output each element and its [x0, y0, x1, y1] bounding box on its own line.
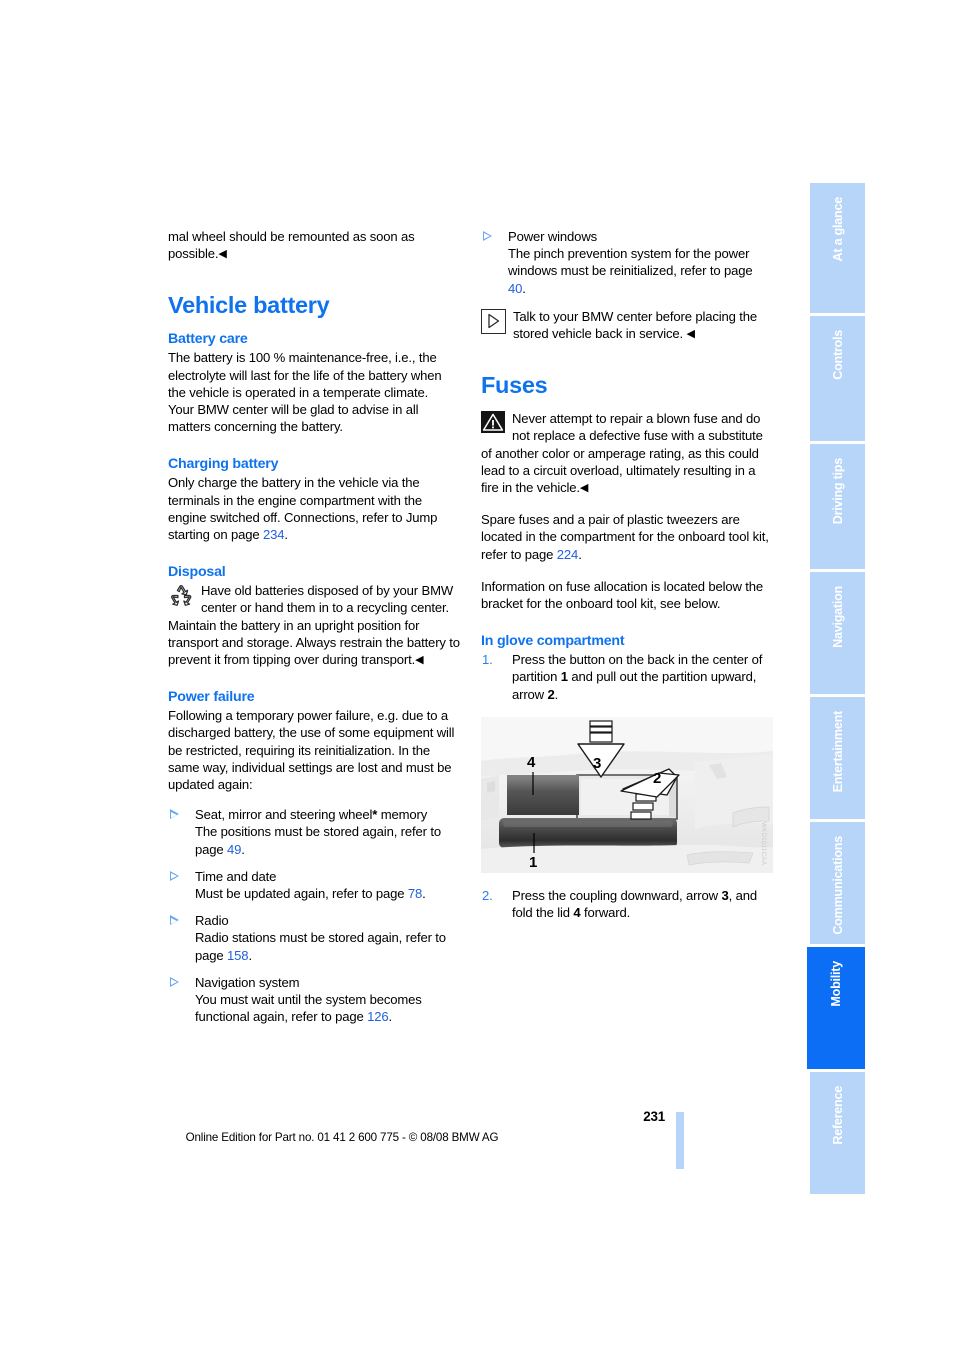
- list-item-title: Navigation system: [195, 974, 300, 990]
- step-number: 1.: [482, 652, 493, 668]
- section-title-fuses: Fuses: [481, 372, 548, 399]
- tab-driving-tips[interactable]: Driving tips: [810, 444, 865, 569]
- triangle-bullet-inner-icon: [170, 978, 178, 988]
- charging-battery-text-end: .: [284, 527, 288, 543]
- battery-care-paragraph: The battery is 100 % maintenance-free, i…: [168, 350, 442, 435]
- list-item-detail: Must be updated again, refer to page: [195, 886, 408, 902]
- spare-fuses-paragraph: Spare fuses and a pair of plastic tweeze…: [481, 511, 773, 563]
- numbered-step: 1. Press the button on the back in the c…: [481, 651, 773, 703]
- page-reference-link[interactable]: 49: [227, 842, 241, 857]
- list-item-detail: The pinch prevention system for the powe…: [508, 246, 753, 279]
- step-number: 2.: [482, 887, 493, 903]
- tab-label: Navigation: [830, 586, 845, 648]
- continued-paragraph-text: mal wheel should be remounted as soon as…: [168, 229, 415, 262]
- triangle-bullet-inner-icon: [170, 810, 178, 820]
- list-item-detail-end: .: [388, 1009, 393, 1025]
- list-item: Navigation system You must wait until th…: [168, 974, 460, 1026]
- svg-text:2: 2: [653, 770, 661, 787]
- page-reference-link[interactable]: 40: [508, 281, 522, 296]
- charging-battery-text: Only charge the battery in the vehicle v…: [168, 475, 438, 543]
- page-reference-link[interactable]: 224: [557, 547, 579, 562]
- end-marker: ◀: [218, 248, 227, 261]
- spare-fuses-text-end: .: [578, 546, 582, 562]
- list-item-detail-end: .: [248, 947, 252, 963]
- power-failure-paragraph: Following a temporary power failure, e.g…: [168, 708, 455, 793]
- recycle-icon: [168, 583, 194, 609]
- section-heading-charging-battery: Charging battery: [168, 456, 279, 473]
- tab-label: Mobility: [829, 961, 843, 1007]
- tab-label: At a glance: [830, 197, 845, 262]
- end-marker: ◀: [415, 654, 424, 667]
- list-item: Time and date Must be updated again, ref…: [168, 868, 460, 902]
- note-box: Talk to your BMW center before placing t…: [481, 308, 773, 342]
- svg-text:4: 4: [527, 754, 536, 771]
- list-item-title-end: memory: [377, 807, 428, 823]
- figure-reference-code: WKD1011CAA: [760, 821, 766, 865]
- list-item-detail-end: .: [522, 280, 526, 296]
- glove-compartment-figure: 4 3 2 1 WKD1011CAA: [481, 716, 773, 873]
- callout-reference: 1: [560, 669, 568, 685]
- page-reference-link[interactable]: 234: [263, 527, 285, 542]
- list-item-title: Seat, mirror and steering wheel: [195, 807, 373, 823]
- page-title: Vehicle battery: [168, 292, 330, 319]
- numbered-step: 2. Press the coupling downward, arrow 3,…: [481, 887, 773, 921]
- list-item: Seat, mirror and steering wheel* memory …: [168, 806, 460, 858]
- section-heading-glove-compartment: In glove compartment: [481, 633, 625, 650]
- list-item-title: Radio: [195, 913, 229, 929]
- list-item-title: Time and date: [195, 868, 277, 884]
- triangle-bullet-inner-icon: [483, 232, 491, 242]
- continued-paragraph: mal wheel should be remounted as soon as…: [168, 228, 460, 262]
- section-heading-battery-care: Battery care: [168, 331, 248, 348]
- list-item: Power windows The pinch prevention syste…: [481, 228, 773, 297]
- tab-controls[interactable]: Controls: [810, 316, 865, 441]
- warning-note: Never attempt to repair a blown fuse and…: [481, 410, 773, 496]
- section-heading-power-failure: Power failure: [168, 689, 255, 706]
- tab-label: Communications: [830, 836, 845, 935]
- tab-label: Controls: [830, 330, 845, 380]
- end-marker: ◀: [686, 328, 695, 341]
- chapter-tab-strip: At a glance Controls Driving tips Naviga…: [807, 183, 868, 1197]
- callout-reference: 2: [547, 686, 555, 702]
- right-column: Power windows The pinch prevention syste…: [481, 228, 773, 930]
- triangle-bullet-inner-icon: [170, 872, 178, 882]
- fuse-allocation-paragraph: Information on fuse allocation is locate…: [481, 578, 764, 612]
- step-text: Press the coupling downward, arrow: [512, 887, 722, 903]
- spare-fuses-text: Spare fuses and a pair of plastic tweeze…: [481, 512, 769, 562]
- charging-battery-paragraph: Only charge the battery in the vehicle v…: [168, 474, 460, 543]
- tab-navigation[interactable]: Navigation: [810, 572, 865, 694]
- svg-text:3: 3: [593, 755, 601, 772]
- tab-label: Driving tips: [830, 458, 845, 525]
- list-item-detail-end: .: [241, 841, 245, 857]
- warning-text: Never attempt to repair a blown fuse and…: [481, 411, 763, 496]
- note-text: Talk to your BMW center before placing t…: [513, 308, 758, 342]
- note-triangle-icon: [481, 308, 506, 334]
- tab-at-a-glance[interactable]: At a glance: [810, 183, 865, 313]
- step-text-3: .: [554, 686, 559, 702]
- tab-mobility[interactable]: Mobility: [807, 947, 865, 1069]
- step-text-3: forward.: [580, 905, 631, 921]
- power-failure-bullet-list: Seat, mirror and steering wheel* memory …: [168, 806, 460, 1025]
- tab-label: Entertainment: [830, 711, 845, 793]
- tab-communications[interactable]: Communications: [810, 822, 865, 944]
- callout-reference: 4: [573, 905, 581, 921]
- page-reference-link[interactable]: 126: [367, 1009, 389, 1024]
- manual-page: mal wheel should be remounted as soon as…: [0, 0, 954, 1350]
- list-item-detail-end: .: [422, 886, 426, 902]
- page-number: 231: [643, 1109, 665, 1124]
- list-item: Radio Radio stations must be stored agai…: [168, 912, 460, 964]
- page-reference-link[interactable]: 158: [227, 948, 249, 963]
- end-marker: ◀: [579, 482, 589, 495]
- tab-entertainment[interactable]: Entertainment: [810, 697, 865, 819]
- page-reference-link[interactable]: 78: [408, 886, 422, 901]
- warning-triangle-icon: [481, 411, 505, 434]
- left-column: mal wheel should be remounted as soon as…: [168, 228, 460, 1026]
- callout-reference: 3: [721, 887, 729, 903]
- list-item-title: Power windows: [508, 229, 598, 244]
- triangle-bullet-inner-icon: [170, 916, 178, 926]
- disposal-paragraph: Have old batteries disposed of by your B…: [168, 582, 460, 668]
- section-heading-disposal: Disposal: [168, 564, 226, 581]
- svg-text:1: 1: [529, 854, 537, 871]
- footer-edition-text: Online Edition for Part no. 01 41 2 600 …: [185, 1131, 499, 1144]
